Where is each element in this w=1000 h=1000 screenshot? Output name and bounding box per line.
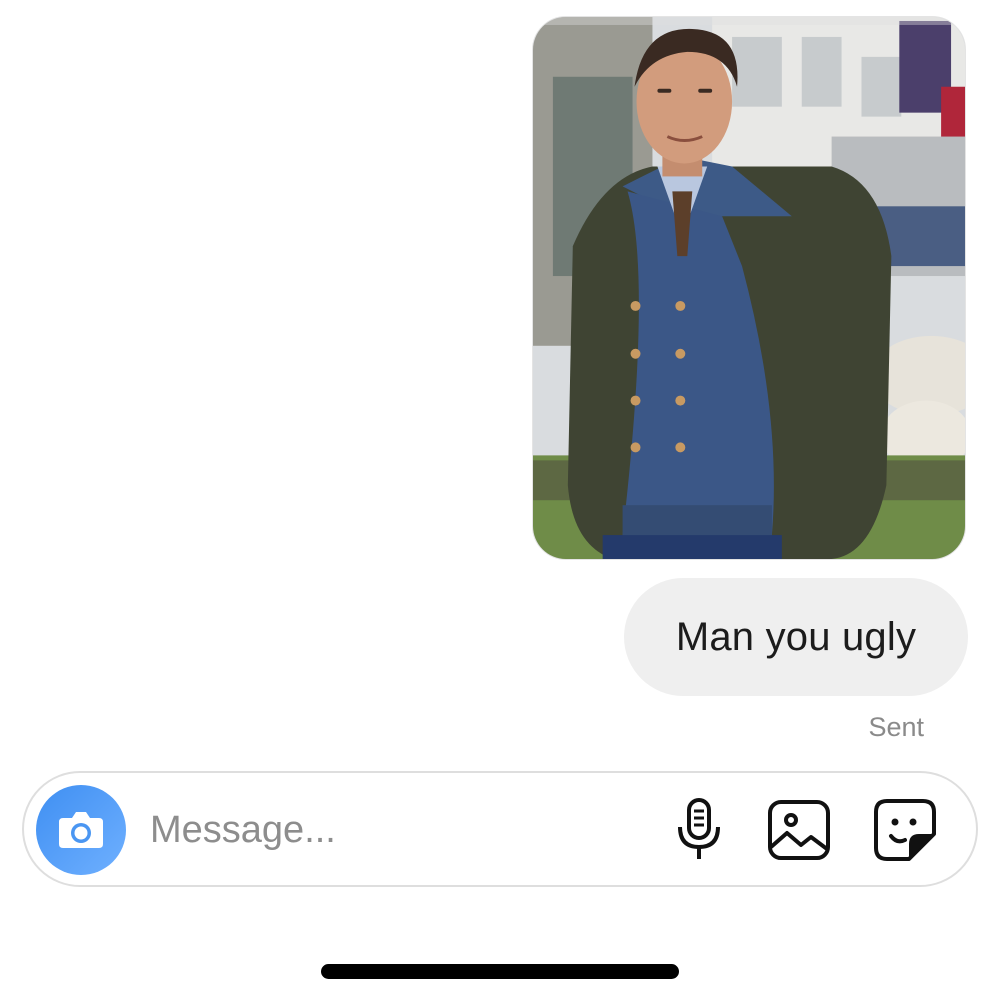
gallery-icon	[768, 800, 830, 860]
microphone-icon	[678, 798, 720, 859]
photo-illustration	[533, 17, 965, 559]
message-input[interactable]	[150, 801, 620, 859]
gallery-button[interactable]	[766, 797, 832, 863]
message-bubble-outgoing[interactable]: Man you ugly	[624, 578, 968, 696]
message-status: Sent	[868, 712, 924, 742]
sticker-button[interactable]	[872, 797, 938, 863]
home-indicator[interactable]	[321, 964, 679, 979]
message-composer	[22, 771, 978, 887]
camera-icon	[59, 812, 103, 848]
dm-thread-screen: Man you ugly Sent	[0, 0, 1000, 1000]
microphone-button[interactable]	[666, 797, 732, 863]
camera-button[interactable]	[36, 785, 126, 875]
shared-photo-message[interactable]	[532, 16, 966, 560]
sticker-icon	[874, 799, 936, 861]
message-text: Man you ugly	[675, 614, 917, 659]
